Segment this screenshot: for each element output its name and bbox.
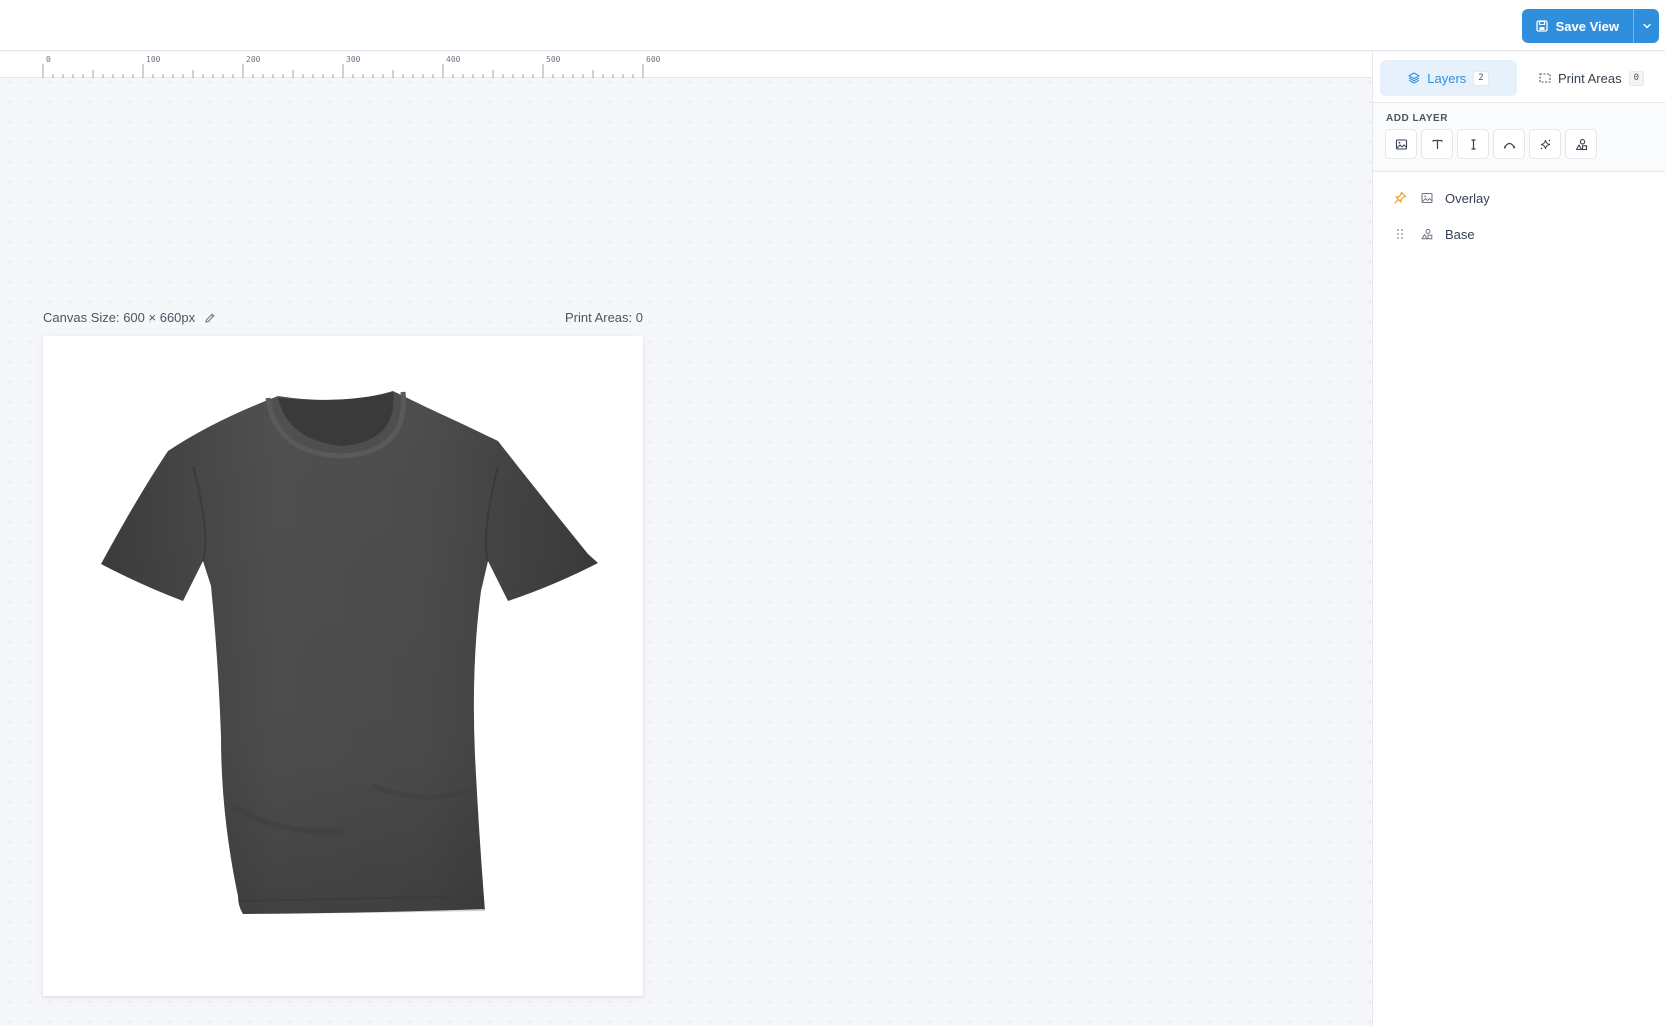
ruler-label: 500 (546, 55, 561, 64)
tab-layers-label: Layers (1427, 70, 1467, 86)
image-icon (1395, 138, 1407, 150)
dashed-rect-icon (1539, 73, 1551, 83)
ruler-label: 100 (146, 55, 161, 64)
design-canvas[interactable] (43, 336, 643, 996)
save-options-dropdown[interactable] (1633, 9, 1659, 43)
curve-text-icon (1503, 142, 1515, 148)
add-effect-layer-button[interactable] (1529, 129, 1561, 159)
ruler-label: 0 (46, 55, 51, 64)
image-icon (1421, 193, 1433, 203)
layers-count-badge: 2 (1473, 70, 1489, 86)
tab-layers[interactable]: Layers 2 (1380, 60, 1517, 96)
sparkle-icon (1540, 139, 1550, 149)
text-cursor-icon (1471, 138, 1475, 150)
print-areas-count-badge: 0 (1628, 70, 1644, 86)
layers-icon (1408, 72, 1420, 84)
layer-item-base[interactable]: Base (1373, 216, 1665, 252)
add-layer-buttons (1385, 129, 1597, 159)
ruler-label: 300 (346, 55, 361, 64)
tab-print-areas[interactable]: Print Areas 0 (1523, 60, 1660, 96)
save-view-label: Save View (1555, 18, 1619, 34)
right-side-panel: Layers 2 Print Areas 0 ADD LAYER Overlay… (1372, 52, 1665, 1026)
print-areas-count-label: Print Areas: 0 (564, 310, 643, 325)
ruler-label: 200 (246, 55, 261, 64)
add-text-field-layer-button[interactable] (1457, 129, 1489, 159)
ruler-label: 400 (446, 55, 461, 64)
add-image-layer-button[interactable] (1385, 129, 1417, 159)
add-layer-title: ADD LAYER (1386, 113, 1448, 124)
add-curved-text-layer-button[interactable] (1493, 129, 1525, 159)
save-view-button[interactable]: Save View (1522, 9, 1633, 43)
chevron-down-icon (1642, 23, 1651, 29)
shapes-icon (1575, 138, 1587, 150)
drag-handle-icon[interactable] (1393, 227, 1407, 241)
top-toolbar: Save View (0, 0, 1665, 51)
save-icon (1535, 20, 1548, 32)
layer-name: Base (1445, 226, 1475, 242)
horizontal-ruler: 0 100 200 300 400 500 600 (0, 52, 1373, 78)
text-icon (1431, 139, 1443, 149)
layer-name: Overlay (1445, 190, 1490, 206)
add-layer-section: ADD LAYER (1373, 103, 1665, 172)
ruler-label: 600 (646, 55, 661, 64)
panel-tabs: Layers 2 Print Areas 0 (1380, 60, 1660, 96)
add-text-layer-button[interactable] (1421, 129, 1453, 159)
canvas-size-info: Canvas Size: 600 × 660px (43, 310, 216, 325)
ruler-ticks (42, 64, 644, 78)
canvas-size-label: Canvas Size: 600 × 660px (43, 310, 196, 325)
save-view-split-button: Save View (1521, 9, 1659, 43)
canvas-meta-bar: Canvas Size: 600 × 660px Print Areas: 0 (43, 310, 643, 325)
layer-item-overlay[interactable]: Overlay (1373, 180, 1665, 216)
canvas-workspace[interactable]: 0 100 200 300 400 500 600 Canvas Size: 6… (0, 52, 1373, 1026)
add-shape-layer-button[interactable] (1565, 129, 1597, 159)
pencil-icon[interactable] (204, 312, 216, 324)
tab-print-areas-label: Print Areas (1557, 70, 1622, 86)
shapes-icon (1421, 229, 1433, 240)
tshirt-mockup-image (101, 391, 598, 914)
pin-icon[interactable] (1393, 191, 1407, 205)
layer-list: Overlay Base (1373, 180, 1665, 252)
